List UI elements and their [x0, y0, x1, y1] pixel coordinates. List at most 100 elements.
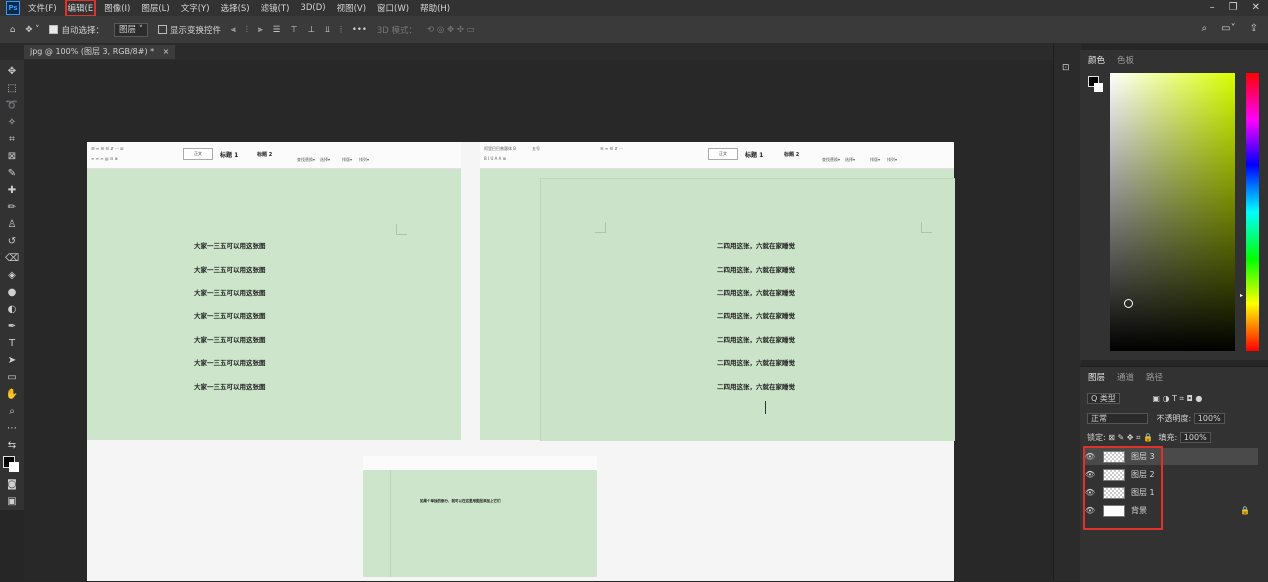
- font-name[interactable]: 阿里巴巴普惠体 B: [484, 146, 516, 152]
- ribbon-select[interactable]: 选择▾: [320, 157, 330, 163]
- hue-slider[interactable]: [1246, 73, 1259, 351]
- auto-select-checkbox[interactable]: [49, 25, 59, 34]
- history-icon[interactable]: ⊡: [1062, 63, 1070, 73]
- move-tool-icon[interactable]: ✥: [5, 65, 19, 78]
- align-left-icon[interactable]: ⫷: [231, 25, 236, 35]
- distribute-v-icon[interactable]: ⦙: [340, 25, 342, 35]
- background-color-swatch[interactable]: [9, 462, 19, 472]
- search-icon[interactable]: ⌕: [1202, 23, 1208, 34]
- align-bottom-icon[interactable]: ⫫: [325, 25, 330, 35]
- lock-icon: 🔒: [1240, 506, 1250, 515]
- show-transform-label: 显示变换控件: [169, 25, 221, 36]
- rectangle-tool-icon[interactable]: ▭: [5, 371, 19, 384]
- layer-filter-dropdown[interactable]: Q 类型: [1087, 393, 1120, 404]
- minimize-icon[interactable]: –: [1210, 2, 1215, 13]
- distribute-icon[interactable]: ☰: [273, 25, 281, 35]
- pen-tool-icon[interactable]: ✒: [5, 320, 19, 333]
- menu-type[interactable]: 文字(Y): [181, 2, 210, 14]
- hue-slider-marker[interactable]: ▸: [1240, 292, 1243, 299]
- menu-help[interactable]: 帮助(H): [420, 2, 450, 14]
- color-picker-marker[interactable]: [1124, 299, 1133, 308]
- more-options[interactable]: •••: [352, 25, 367, 35]
- style-heading-1[interactable]: 标题 1: [745, 150, 763, 159]
- menu-select[interactable]: 选择(S): [221, 2, 250, 14]
- menu-edit[interactable]: 编辑(E: [64, 0, 97, 17]
- right-line-2: 二四用这张，六就在家睡觉: [717, 266, 795, 274]
- close-icon[interactable]: ✕: [1252, 2, 1260, 13]
- font-size[interactable]: 五号: [532, 146, 540, 152]
- auto-select-dropdown[interactable]: 图层 ˅: [114, 22, 148, 37]
- ribbon-sort[interactable]: 排版▾: [870, 157, 880, 163]
- ribbon-align-icons: ≡ ≡ ≡ ▤ ⊟ ⊕: [91, 156, 118, 161]
- workspace-icon[interactable]: ▭˅: [1221, 23, 1235, 34]
- ribbon-list-icons: ☰ ≡ ☰ ⇵ ⋯: [600, 146, 623, 151]
- swap-colors-icon[interactable]: ⇆: [5, 439, 19, 452]
- tab-layers[interactable]: 图层: [1088, 371, 1105, 383]
- document-image[interactable]: ☰ ≡ ☰ ☰ ⇵ ⋯ ⊞ ≡ ≡ ≡ ▤ ⊟ ⊕ 正文 标题 1 标题 2 查…: [87, 142, 955, 581]
- eyedropper-icon[interactable]: ✎: [5, 167, 19, 180]
- lasso-tool-icon[interactable]: ➰: [5, 99, 19, 112]
- left-page: [87, 169, 461, 440]
- marquee-tool-icon[interactable]: ⬚: [5, 82, 19, 95]
- move-tool-icon[interactable]: ✥ ˅: [25, 25, 39, 35]
- show-transform-checkbox[interactable]: [157, 25, 167, 34]
- tab-color[interactable]: 颜色: [1088, 54, 1105, 66]
- ribbon-find[interactable]: 查找替换▾: [297, 157, 315, 163]
- align-right-icon[interactable]: ⫸: [258, 25, 263, 35]
- style-heading-1[interactable]: 标题 1: [220, 150, 238, 159]
- screen-mode-icon[interactable]: ▣: [5, 495, 19, 508]
- align-middle-icon[interactable]: ⊥: [308, 25, 315, 35]
- tab-close-icon[interactable]: ×: [163, 47, 170, 56]
- home-icon[interactable]: ⌂: [10, 25, 15, 35]
- healing-brush-icon[interactable]: ✚: [5, 184, 19, 197]
- style-heading-2[interactable]: 标题 2: [257, 151, 272, 158]
- path-select-icon[interactable]: ➤: [5, 354, 19, 367]
- quick-mask-icon[interactable]: ◙: [5, 478, 19, 491]
- stamp-tool-icon[interactable]: ♙: [5, 218, 19, 231]
- ribbon-select[interactable]: 选择▾: [845, 157, 855, 163]
- align-top-icon[interactable]: ⊤: [290, 25, 297, 35]
- opacity-value[interactable]: 100%: [1193, 413, 1225, 424]
- more-tools-icon[interactable]: ⋯: [5, 422, 19, 435]
- menu-file[interactable]: 文件(F): [28, 2, 57, 14]
- share-icon[interactable]: ⇪: [1250, 23, 1258, 34]
- left-line-7: 大家一三五可以用这张图: [194, 383, 266, 391]
- zoom-tool-icon[interactable]: ⌕: [5, 405, 19, 418]
- menu-window[interactable]: 窗口(W): [377, 2, 409, 14]
- eraser-tool-icon[interactable]: ⌫: [5, 252, 19, 265]
- lock-icons[interactable]: ⊠ ✎ ✥ ⌗ 🔒: [1108, 433, 1153, 442]
- blur-tool-icon[interactable]: ●: [5, 286, 19, 299]
- tab-swatches[interactable]: 色板: [1117, 54, 1134, 66]
- blend-mode-dropdown[interactable]: 正常: [1087, 413, 1148, 424]
- menu-view[interactable]: 视图(V): [337, 2, 366, 14]
- menu-image[interactable]: 图像(I): [104, 2, 130, 14]
- ribbon-arrange[interactable]: 排列▾: [887, 157, 897, 163]
- restore-icon[interactable]: ❐: [1229, 2, 1238, 13]
- style-normal[interactable]: 正文: [708, 148, 738, 160]
- magic-wand-icon[interactable]: ✧: [5, 116, 19, 129]
- tab-channels[interactable]: 通道: [1117, 371, 1134, 383]
- document-tab[interactable]: jpg @ 100% (图层 3, RGB/8#) * ×: [24, 45, 176, 59]
- type-tool-icon[interactable]: T: [5, 337, 19, 350]
- menu-filter[interactable]: 滤镜(T): [261, 2, 290, 14]
- ribbon-sort[interactable]: 排版▾: [342, 157, 352, 163]
- dodge-tool-icon[interactable]: ◐: [5, 303, 19, 316]
- color-field[interactable]: [1110, 73, 1235, 351]
- ribbon-arrange[interactable]: 排列▾: [359, 157, 369, 163]
- ribbon-find[interactable]: 查找替换▾: [822, 157, 840, 163]
- opacity-label: 不透明度:: [1156, 414, 1192, 423]
- fill-value[interactable]: 100%: [1179, 432, 1211, 443]
- brush-tool-icon[interactable]: ✏: [5, 201, 19, 214]
- menu-3d[interactable]: 3D(D): [300, 3, 325, 13]
- crop-tool-icon[interactable]: ⌗: [5, 133, 19, 146]
- menu-layer[interactable]: 图层(L): [141, 2, 169, 14]
- style-heading-2[interactable]: 标题 2: [784, 151, 799, 158]
- style-normal[interactable]: 正文: [183, 148, 213, 160]
- align-center-icon[interactable]: ⫶: [246, 25, 248, 35]
- history-brush-icon[interactable]: ↺: [5, 235, 19, 248]
- frame-tool-icon[interactable]: ⊠: [5, 150, 19, 163]
- panel-bg-swatch[interactable]: [1094, 83, 1103, 92]
- hand-tool-icon[interactable]: ✋: [5, 388, 19, 401]
- paint-bucket-icon[interactable]: ◈: [5, 269, 19, 282]
- tab-paths[interactable]: 路径: [1146, 371, 1163, 383]
